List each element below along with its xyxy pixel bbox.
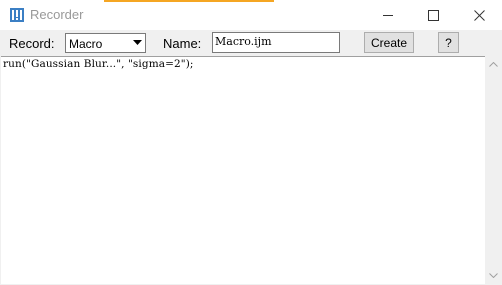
close-icon (473, 9, 485, 21)
record-type-select[interactable]: Macro (65, 33, 146, 53)
minimize-button[interactable] (365, 0, 411, 30)
title-bar[interactable]: Recorder (0, 0, 502, 30)
create-button[interactable]: Create (364, 32, 414, 53)
recorder-toolbar: Record: Macro Name: Macro.ijm Create ? (0, 30, 502, 55)
chevron-down-icon[interactable] (129, 34, 145, 52)
title-accent-strip (104, 0, 274, 2)
recorder-window: Recorder Record: Macro Name: Macro.ijm C… (0, 0, 502, 285)
record-label: Record: (9, 36, 55, 51)
help-button[interactable]: ? (438, 32, 459, 53)
macro-name-field[interactable]: Macro.ijm (212, 32, 340, 53)
scroll-down-icon[interactable] (485, 267, 502, 284)
minimize-icon (383, 10, 393, 20)
record-type-value: Macro (69, 37, 103, 51)
macro-text-area[interactable]: run("Gaussian Blur...", "sigma=2"); (1, 56, 485, 284)
imagej-app-icon (10, 8, 24, 22)
scroll-up-icon[interactable] (485, 56, 502, 73)
code-line: run("Gaussian Blur...", "sigma=2"); (3, 58, 194, 70)
name-label: Name: (163, 36, 202, 51)
maximize-icon (427, 9, 439, 21)
close-button[interactable] (456, 0, 502, 30)
window-title: Recorder (30, 7, 84, 22)
maximize-button[interactable] (410, 0, 456, 30)
vertical-scrollbar[interactable] (485, 56, 502, 284)
macro-name-value: Macro.ijm (215, 35, 272, 48)
